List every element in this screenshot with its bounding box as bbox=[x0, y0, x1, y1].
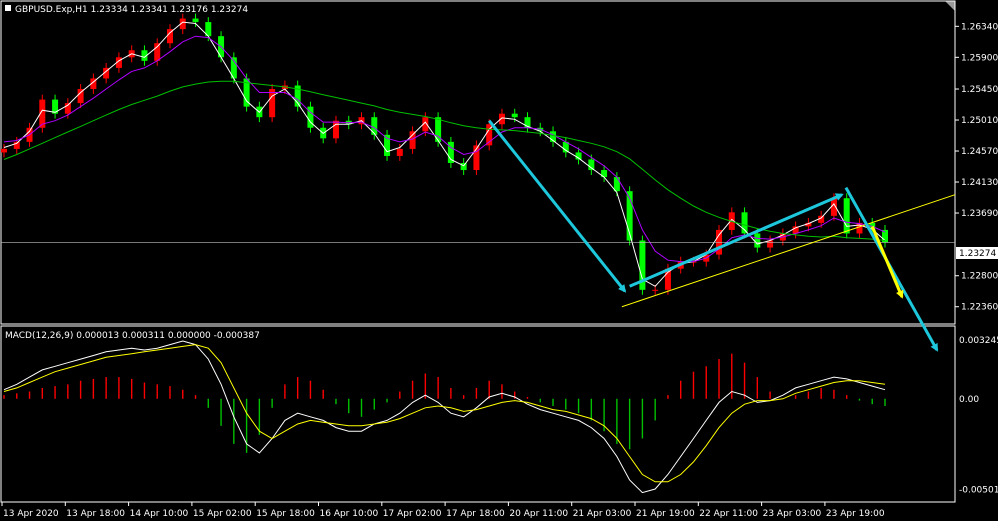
y-tick-label: 1.23690 bbox=[961, 209, 998, 219]
signal-line bbox=[3, 344, 886, 483]
macd-header: MACD(12,26,9) 0.000013 0.000311 0.000000… bbox=[5, 331, 260, 341]
macd-tick-label: 0.00 bbox=[959, 395, 979, 405]
down-arrow-1 bbox=[488, 119, 627, 293]
ma-fast-line bbox=[3, 21, 886, 287]
y-tick-label: 1.22360 bbox=[961, 303, 998, 313]
macd-tick-label: -0.005018 bbox=[959, 485, 998, 495]
candle-body bbox=[371, 117, 378, 135]
y-tick-label: 1.25010 bbox=[961, 116, 998, 126]
candle-body bbox=[498, 113, 505, 125]
price-series-layer bbox=[1, 13, 955, 295]
x-tick-label: 23 Apr 03:00 bbox=[763, 509, 822, 519]
chart-canvas[interactable]: 1.26340 1.25900 1.25450 1.25010 1.24570 1.241… bbox=[0, 0, 998, 521]
x-tick-label: 13 Apr 18:00 bbox=[66, 509, 125, 519]
x-tick-label: 17 Apr 02:00 bbox=[383, 509, 442, 519]
current-price-label: 1.23274 bbox=[959, 249, 996, 259]
x-tick-label: 15 Apr 02:00 bbox=[193, 509, 252, 519]
y-tick-label: 1.26340 bbox=[961, 22, 998, 32]
x-tick-label: 14 Apr 10:00 bbox=[130, 509, 189, 519]
x-tick-label: 17 Apr 18:00 bbox=[446, 509, 505, 519]
candle-body bbox=[652, 289, 659, 291]
y-tick-label: 1.22800 bbox=[961, 272, 998, 282]
y-tick-label: 1.24570 bbox=[961, 147, 998, 157]
x-tick-label: 20 Apr 11:00 bbox=[509, 509, 568, 519]
x-tick-label: 16 Apr 10:00 bbox=[320, 509, 379, 519]
macd-tick-label: 0.003245 bbox=[959, 336, 998, 346]
x-tick-label: 13 Apr 2020 bbox=[3, 509, 59, 519]
candle-body bbox=[332, 120, 339, 139]
ma-long-line bbox=[3, 80, 886, 241]
y-tick-label: 1.24130 bbox=[961, 178, 998, 188]
candle-body bbox=[460, 163, 467, 171]
support-trendline bbox=[621, 194, 956, 308]
macd-panel-frame bbox=[0, 325, 956, 503]
y-tick-label: 1.25900 bbox=[961, 53, 998, 63]
candle-body bbox=[613, 177, 620, 192]
x-tick-label: 15 Apr 18:00 bbox=[256, 509, 315, 519]
candle-body bbox=[754, 233, 761, 248]
y-tick-label: 1.25450 bbox=[961, 85, 998, 95]
macd-line bbox=[3, 340, 886, 494]
up-arrow bbox=[629, 193, 844, 288]
candle-body bbox=[409, 131, 416, 149]
x-tick-label: 21 Apr 03:00 bbox=[573, 509, 632, 519]
x-tick-label: 22 Apr 11:00 bbox=[699, 509, 758, 519]
corner-marker-icon bbox=[945, 1, 955, 11]
axis-labels-layer: 1.26340 1.25900 1.25450 1.25010 1.24570 1.241… bbox=[1, 22, 998, 519]
candle-body bbox=[511, 113, 518, 118]
candle-body bbox=[396, 148, 403, 156]
candle-body bbox=[1, 148, 7, 153]
candle-body bbox=[269, 89, 276, 118]
symbol-header: GBPUSD.Exp,H1 1.23334 1.23341 1.23176 1.… bbox=[15, 5, 248, 15]
candle-body bbox=[192, 18, 199, 23]
x-tick-label: 23 Apr 19:00 bbox=[826, 509, 885, 519]
x-tick-label: 21 Apr 19:00 bbox=[636, 509, 695, 519]
symbol-indicator-icon bbox=[5, 5, 11, 11]
candle-body bbox=[843, 198, 850, 234]
candle-body bbox=[154, 43, 161, 61]
macd-series-layer bbox=[3, 340, 886, 494]
